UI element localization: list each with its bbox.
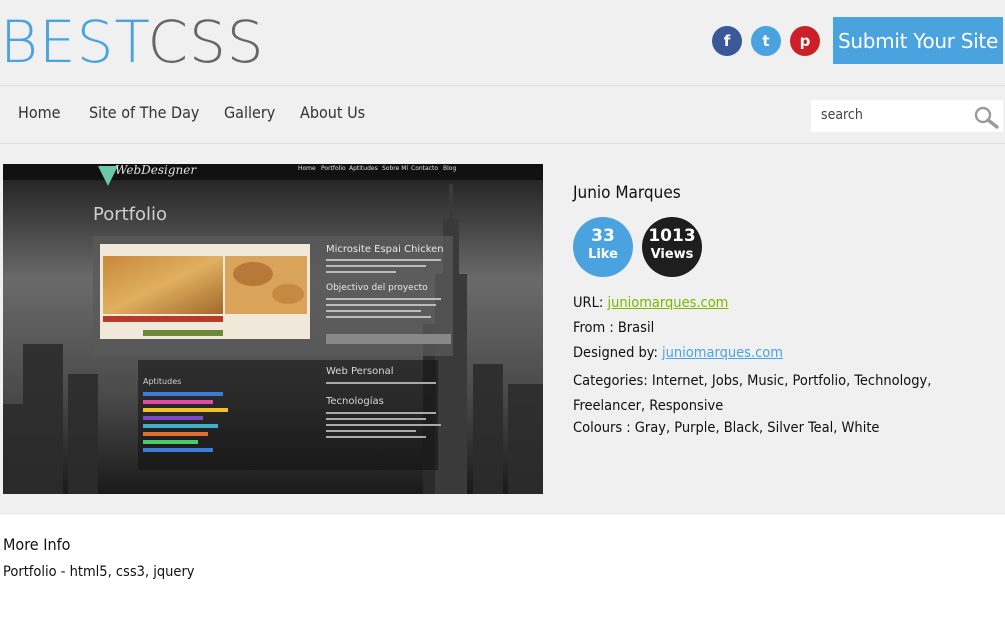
url-label: URL: [573,295,604,311]
twitter-icon[interactable]: t [751,26,781,56]
preview-menu-item: Blog [443,165,456,172]
from-row: From : Brasil [573,320,655,336]
header-divider [0,85,1005,86]
more-info-text: Portfolio - html5, css3, jquery [3,564,195,580]
preview-menu-item: Sobre Mí [382,165,408,172]
facebook-icon[interactable]: f [712,26,742,56]
views-count: 1013 [648,226,696,246]
site-url-link[interactable]: juniomarques.com [607,295,728,311]
pinterest-icon[interactable]: p [790,26,820,56]
search-input[interactable]: search [811,100,1003,132]
logo-best: BEST [0,8,148,76]
site-screenshot-image: WebDesigner Home Portfolio Aptitudes Sob… [3,164,543,494]
likes-count: 33 [591,226,615,246]
views-label: Views [650,247,694,262]
submit-site-button[interactable]: Submit Your Site [833,17,1003,64]
preview-web-personal: Web Personal [326,366,394,377]
preview-card-subtitle: Objectivo del proyecto [326,283,428,293]
preview-brand: WebDesigner [115,164,197,177]
nav-divider [0,143,1005,144]
categories-row: Categories: Internet, Jobs, Music, Portf… [573,373,932,414]
url-row: URL: juniomarques.com [573,294,728,312]
site-name: Junio Marques [573,183,681,203]
nav-home[interactable]: Home [18,103,61,122]
views-badge: 1013 Views [642,217,702,277]
designer-link[interactable]: juniomarques.com [662,345,783,361]
likes-label: Like [588,247,618,262]
preview-menu-item: Portfolio [321,165,346,172]
designed-by-label: Designed by: [573,345,658,361]
like-button[interactable]: 33 Like [573,217,633,277]
nav-gallery[interactable]: Gallery [224,103,275,122]
nav-about-us[interactable]: About Us [300,103,365,122]
preview-menu-item: Home [298,165,316,172]
site-logo[interactable]: BESTCSS [0,12,265,72]
logo-css: CSS [147,8,265,76]
designed-by-row: Designed by: juniomarques.com [573,344,783,362]
preview-aptitudes: Aptitudes [143,377,181,386]
colours-row: Colours : Gray, Purple, Black, Silver Te… [573,420,880,436]
nav-site-of-the-day[interactable]: Site of The Day [89,103,199,122]
preview-menu-item: Aptitudes [349,165,378,172]
preview-heading: Portfolio [93,204,167,225]
preview-tech: Tecnologías [325,395,384,407]
site-screenshot[interactable]: WebDesigner Home Portfolio Aptitudes Sob… [3,164,543,494]
search-icon[interactable] [973,105,999,129]
more-info-title: More Info [3,535,71,554]
preview-menu-item: Contacto [411,165,438,172]
search-placeholder: search [821,107,863,123]
preview-card-title: Microsite Espai Chicken [326,244,444,255]
